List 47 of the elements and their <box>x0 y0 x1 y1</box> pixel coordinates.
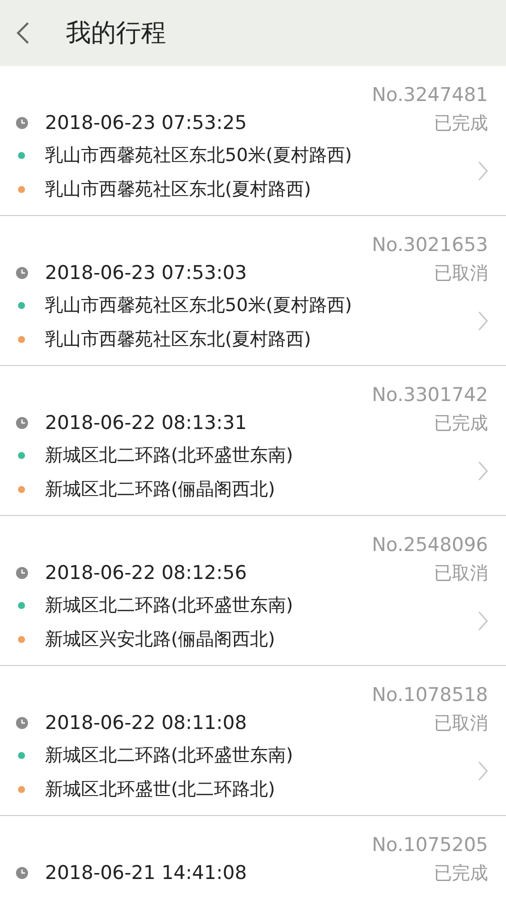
trip-status: 已完成 <box>434 412 488 436</box>
end-address: 乳山市西馨苑社区东北(夏村路西) <box>45 178 312 202</box>
trip-number: No.1075205 <box>372 833 488 858</box>
trip-time: 2018-06-23 07:53:25 <box>45 110 247 136</box>
clock-icon <box>16 867 28 879</box>
clock-icon <box>16 567 28 579</box>
trip-time: 2018-06-22 08:11:08 <box>45 710 247 736</box>
trip-status: 已取消 <box>434 262 488 286</box>
trip-time: 2018-06-21 14:41:08 <box>45 860 247 886</box>
trip-time: 2018-06-22 08:13:31 <box>45 410 247 436</box>
trip-item[interactable]: No.1075205 2018-06-21 14:41:08 已完成 <box>0 816 506 900</box>
chevron-right-icon <box>478 311 488 331</box>
trip-item[interactable]: No.3247481 2018-06-23 07:53:25 已完成 乳山市西馨苑社区东北50米(夏村路西) 乳山市西馨苑社区东北(夏村路西) <box>0 66 506 216</box>
chevron-right-icon <box>478 461 488 481</box>
clock-icon <box>16 417 28 429</box>
trip-item[interactable]: No.3021653 2018-06-23 07:53:03 已取消 乳山市西馨苑社区东北50米(夏村路西) 乳山市西馨苑社区东北(夏村路西) <box>0 216 506 366</box>
start-address: 新城区北二环路(北环盛世东南) <box>45 594 294 618</box>
trip-time: 2018-06-23 07:53:03 <box>45 260 247 286</box>
trip-number: No.3247481 <box>372 83 488 108</box>
chevron-right-icon <box>478 761 488 781</box>
trip-number: No.2548096 <box>372 533 488 558</box>
trip-item[interactable]: No.2548096 2018-06-22 08:12:56 已取消 新城区北二环路(北环盛世东南) 新城区兴安北路(俪晶阁西北) <box>0 516 506 666</box>
page-title: 我的行程 <box>66 17 166 50</box>
trip-item[interactable]: No.1078518 2018-06-22 08:11:08 已取消 新城区北二环路(北环盛世东南) 新城区北环盛世(北二环路北) <box>0 666 506 816</box>
trip-number: No.3301742 <box>372 383 488 408</box>
start-address: 新城区北二环路(北环盛世东南) <box>45 744 294 768</box>
end-address: 新城区北二环路(俪晶阁西北) <box>45 478 276 502</box>
trip-status: 已完成 <box>434 862 488 886</box>
end-address: 新城区兴安北路(俪晶阁西北) <box>45 628 276 652</box>
start-address: 乳山市西馨苑社区东北50米(夏村路西) <box>45 144 352 168</box>
end-address: 乳山市西馨苑社区东北(夏村路西) <box>45 328 312 352</box>
trip-number: No.1078518 <box>372 683 488 708</box>
back-icon[interactable] <box>16 21 30 45</box>
trip-number: No.3021653 <box>372 233 488 258</box>
trip-status: 已取消 <box>434 562 488 586</box>
clock-icon <box>16 267 28 279</box>
trip-status: 已完成 <box>434 112 488 136</box>
start-address: 乳山市西馨苑社区东北50米(夏村路西) <box>45 294 352 318</box>
trip-item[interactable]: No.3301742 2018-06-22 08:13:31 已完成 新城区北二环路(北环盛世东南) 新城区北二环路(俪晶阁西北) <box>0 366 506 516</box>
clock-icon <box>16 717 28 729</box>
start-address: 新城区北二环路(北环盛世东南) <box>45 444 294 468</box>
trip-time: 2018-06-22 08:12:56 <box>45 560 247 586</box>
clock-icon <box>16 117 28 129</box>
end-address: 新城区北环盛世(北二环路北) <box>45 778 276 802</box>
trip-status: 已取消 <box>434 712 488 736</box>
chevron-right-icon <box>478 161 488 181</box>
chevron-right-icon <box>478 611 488 631</box>
